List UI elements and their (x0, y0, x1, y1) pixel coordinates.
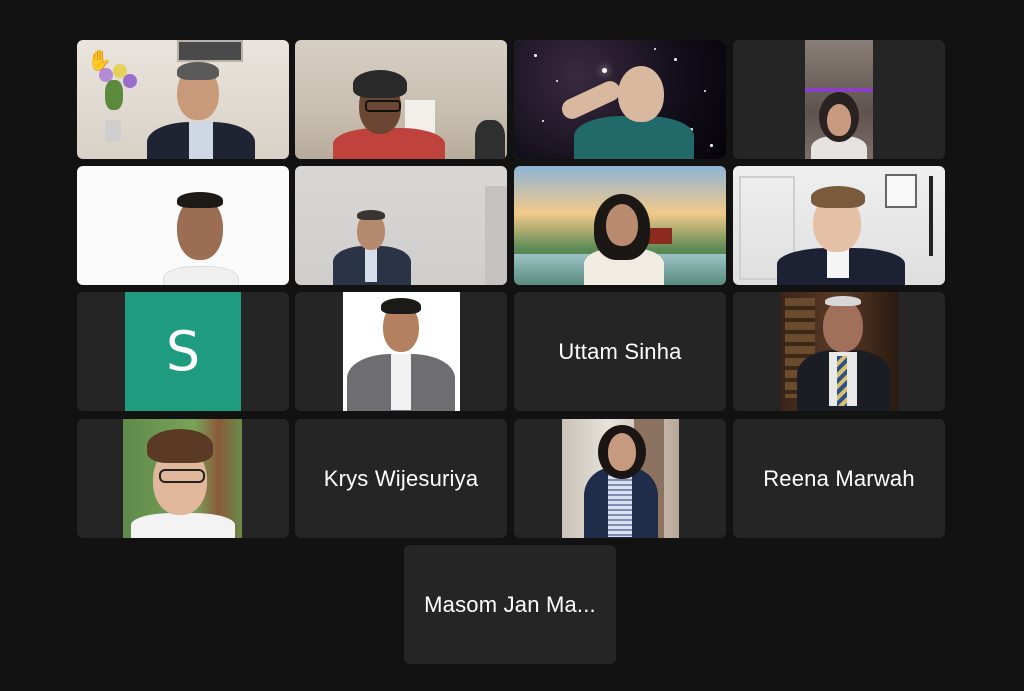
raised-hand-icon: ✋ (87, 50, 112, 72)
initial-avatar: S (125, 292, 241, 411)
profile-photo (781, 292, 898, 411)
video-tile-1[interactable]: ✋ (77, 40, 289, 159)
video-tile-2[interactable] (295, 40, 507, 159)
name-tile-masom-jan[interactable]: Masom Jan Ma... (404, 545, 616, 664)
video-feed (514, 40, 726, 159)
video-tile-7[interactable] (514, 166, 726, 285)
video-feed (514, 166, 726, 285)
video-feed (805, 40, 873, 159)
photo-tile-15[interactable] (514, 419, 726, 538)
name-tile-krys-wijesuriya[interactable]: Krys Wijesuriya (295, 419, 507, 538)
video-feed (77, 166, 289, 285)
photo-tile-12[interactable] (733, 292, 945, 411)
video-tile-5[interactable] (77, 166, 289, 285)
photo-tile-13[interactable] (77, 419, 289, 538)
video-tile-8[interactable] (733, 166, 945, 285)
chair (475, 120, 505, 159)
name-tile-uttam-sinha[interactable]: Uttam Sinha (514, 292, 726, 411)
profile-photo (123, 419, 242, 538)
participant-name: Uttam Sinha (558, 338, 682, 364)
name-tile-reena-marwah[interactable]: Reena Marwah (733, 419, 945, 538)
photo-tile-10[interactable] (295, 292, 507, 411)
video-tile-3-active[interactable] (514, 40, 726, 159)
video-feed: ✋ (77, 40, 289, 159)
video-tile-4[interactable] (733, 40, 945, 159)
video-tile-6[interactable] (295, 166, 507, 285)
video-feed (295, 166, 507, 285)
participant-name: Masom Jan Ma... (424, 591, 596, 617)
participant-name: Reena Marwah (763, 465, 915, 491)
participant-name: Krys Wijesuriya (323, 465, 479, 491)
gallery-view: ✋ S Uttam Sinha Krys Wijesuriya Reena Ma… (0, 0, 1024, 691)
video-feed (295, 40, 507, 159)
profile-photo (562, 419, 679, 538)
wall-frame (177, 40, 243, 62)
video-feed (733, 166, 945, 285)
avatar-tile-s[interactable]: S (77, 292, 289, 411)
profile-photo (343, 292, 460, 411)
